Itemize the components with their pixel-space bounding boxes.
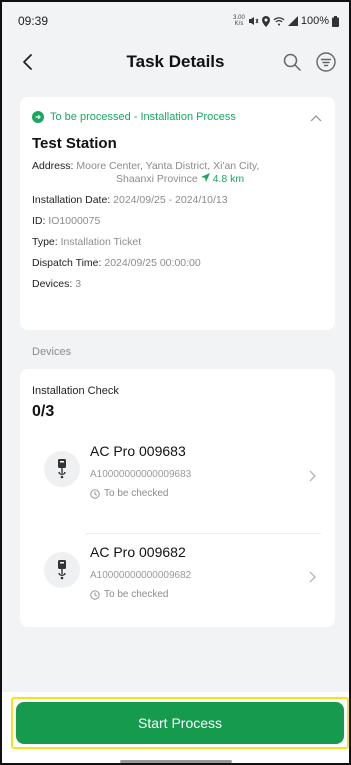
divider [86, 533, 321, 534]
clock-icon [90, 589, 100, 600]
chevron-right-icon [309, 571, 316, 583]
status-bar: 09:39 3.00 K/s 100% [2, 2, 349, 40]
device-list-item[interactable]: AC Pro 009683 A10000000000009683 To be c… [32, 443, 321, 533]
status-indicators: 3.00 K/s 100% [233, 15, 339, 27]
devices-count-row: Devices: 3 [32, 278, 82, 290]
app-header: Task Details [2, 40, 349, 84]
status-dot-icon [32, 111, 44, 123]
clock-icon [90, 488, 100, 499]
task-info-card: To be processed - Installation Process T… [20, 97, 335, 330]
device-name: AC Pro 009682 [90, 544, 186, 560]
chevron-right-icon [309, 470, 316, 482]
collapse-chevron-icon[interactable] [309, 113, 323, 123]
device-serial: A10000000000009682 [90, 570, 192, 581]
device-name: AC Pro 009683 [90, 443, 186, 459]
back-icon[interactable] [16, 50, 40, 74]
installation-date-row: Installation Date: 2024/09/25 - 2024/10/… [32, 194, 228, 206]
page-title: Task Details [126, 52, 225, 71]
installation-check-label: Installation Check [32, 385, 119, 397]
location-icon [261, 15, 270, 27]
charger-icon [44, 552, 80, 588]
signal-icon [287, 16, 298, 26]
charger-icon [44, 451, 80, 487]
address-row: Address: Moore Center, Yanta District, X… [32, 160, 260, 185]
home-indicator[interactable] [120, 760, 232, 763]
task-status-text: To be processed - Installation Process [50, 111, 236, 123]
navigation-arrow-icon [200, 173, 210, 182]
device-serial: A10000000000009683 [90, 469, 192, 480]
devices-section-label: Devices [32, 346, 72, 358]
battery-percent: 100% [300, 15, 329, 27]
search-icon[interactable] [281, 51, 303, 73]
type-row: Type: Installation Ticket [32, 236, 142, 248]
phone-screen: 09:39 3.00 K/s 100% Task Details To be p… [0, 0, 351, 765]
dispatch-time-row: Dispatch Time: 2024/09/25 00:00:00 [32, 257, 201, 269]
installation-check-count: 0/3 [32, 403, 55, 420]
device-state: To be checked [90, 589, 169, 600]
device-state: To be checked [90, 488, 169, 499]
task-status: To be processed - Installation Process [32, 111, 321, 123]
start-process-button[interactable]: Start Process [16, 702, 344, 744]
battery-icon [332, 15, 339, 27]
station-name: Test Station [32, 135, 117, 152]
mute-icon [248, 17, 259, 25]
distance-link[interactable]: 4.8 km [200, 173, 244, 185]
net-speed: 3.00 K/s [233, 15, 245, 27]
wifi-icon [273, 17, 285, 26]
devices-card: Installation Check 0/3 AC Pro 009683 A10… [20, 369, 335, 627]
filter-icon[interactable] [315, 51, 337, 73]
id-row: ID: IO1000075 [32, 215, 101, 227]
status-time: 09:39 [18, 14, 49, 28]
device-list-item[interactable]: AC Pro 009682 A10000000000009682 To be c… [32, 544, 321, 634]
